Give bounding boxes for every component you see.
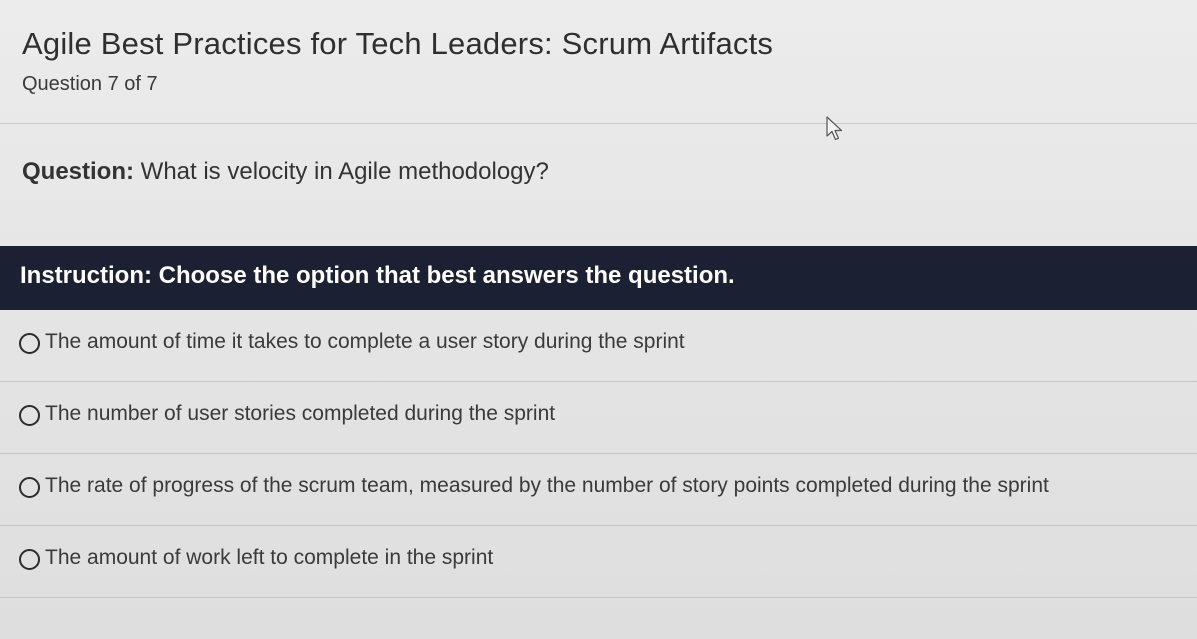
answer-option-3[interactable]: The rate of progress of the scrum team, … <box>0 454 1197 526</box>
answer-option-1[interactable]: The amount of time it takes to complete … <box>0 310 1197 382</box>
question-label: Question: <box>22 158 134 185</box>
radio-unchecked-icon[interactable] <box>19 333 40 354</box>
header-divider <box>0 123 1197 124</box>
quiz-title: Agile Best Practices for Tech Leaders: S… <box>22 26 774 61</box>
answer-option-label[interactable]: The amount of time it takes to complete … <box>45 330 685 354</box>
radio-unchecked-icon[interactable] <box>19 549 40 570</box>
instruction-text: Instruction: Choose the option that best… <box>20 262 735 289</box>
radio-unchecked-icon[interactable] <box>19 405 40 426</box>
instruction-bar: Instruction: Choose the option that best… <box>0 246 1197 310</box>
question-text: Question: What is velocity in Agile meth… <box>22 158 549 186</box>
answer-option-label[interactable]: The rate of progress of the scrum team, … <box>45 474 1049 498</box>
question-body: What is velocity in Agile methodology? <box>134 158 549 185</box>
answer-option-label[interactable]: The amount of work left to complete in t… <box>45 546 493 570</box>
answer-options: The amount of time it takes to complete … <box>0 310 1197 598</box>
radio-unchecked-icon[interactable] <box>19 477 40 498</box>
mouse-pointer-icon <box>826 116 843 141</box>
answer-option-label[interactable]: The number of user stories completed dur… <box>45 402 555 426</box>
answer-option-2[interactable]: The number of user stories completed dur… <box>0 382 1197 454</box>
answer-option-4[interactable]: The amount of work left to complete in t… <box>0 526 1197 598</box>
question-counter: Question 7 of 7 <box>22 73 158 95</box>
